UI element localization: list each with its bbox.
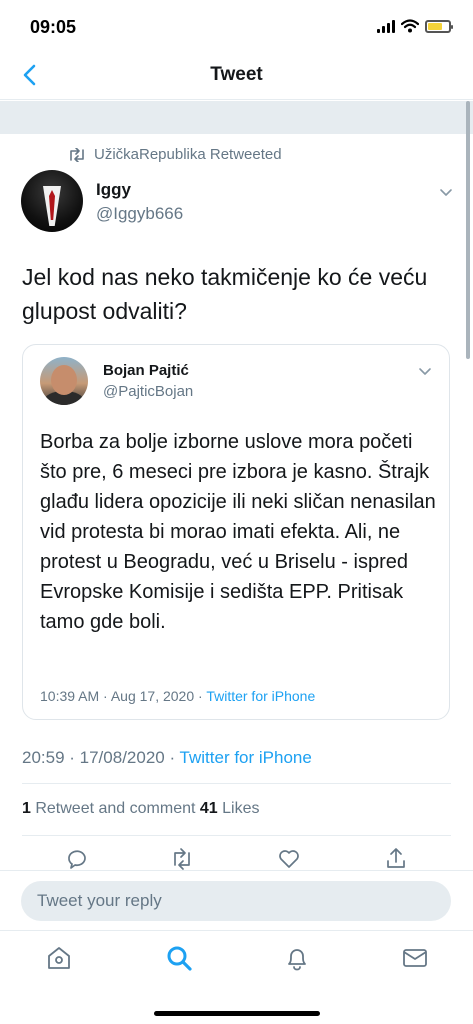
quoted-author-handle: @PajticBojan: [103, 383, 194, 400]
quoted-avatar[interactable]: [40, 357, 88, 405]
scrollbar[interactable]: [466, 101, 470, 359]
status-bar: 09:05: [0, 0, 473, 50]
quoted-tweet-time: 10:39 AM · Aug 17, 2020 ·: [40, 688, 207, 704]
reply-bar: [0, 870, 473, 930]
divider: [22, 783, 451, 784]
status-icons: [377, 19, 453, 33]
retweets-label[interactable]: Retweet and comment: [31, 800, 200, 817]
divider-band: [0, 101, 473, 134]
tweet-source-link[interactable]: Twitter for iPhone: [180, 748, 312, 767]
wifi-icon: [401, 19, 419, 33]
tweet-text: Jel kod nas neko takmičenje ko će veću g…: [22, 264, 428, 324]
like-icon[interactable]: [276, 846, 302, 872]
tweet-stats: 1 Retweet and comment 41 Likes: [22, 800, 259, 818]
reply-input[interactable]: [21, 881, 451, 921]
quoted-tweet-text: Borba za bolje izborne uslove mora počet…: [40, 431, 436, 633]
quoted-tweet-source-link[interactable]: Twitter for iPhone: [206, 688, 315, 704]
nav-header: Tweet: [0, 50, 473, 100]
notifications-icon[interactable]: [282, 943, 312, 973]
home-indicator: [154, 1011, 320, 1016]
retweet-context[interactable]: UžičkaRepublika Retweeted: [68, 146, 282, 163]
tweet-meta: 20:59 · 17/08/2020 · Twitter for iPhone: [22, 748, 312, 768]
retweet-context-label: UžičkaRepublika Retweeted: [94, 146, 282, 163]
chevron-down-icon[interactable]: [438, 184, 454, 200]
search-icon[interactable]: [164, 943, 194, 973]
tab-bar: [0, 930, 473, 1024]
cellular-signal-icon: [377, 19, 395, 33]
retweets-count[interactable]: 1: [22, 800, 31, 817]
reply-icon[interactable]: [64, 846, 90, 872]
tweet-time: 20:59 · 17/08/2020 ·: [22, 748, 180, 767]
retweet-icon[interactable]: [169, 846, 195, 872]
likes-label[interactable]: Likes: [218, 800, 259, 817]
avatar[interactable]: [21, 170, 83, 232]
quoted-tweet-meta: 10:39 AM · Aug 17, 2020 · Twitter for iP…: [40, 688, 315, 704]
quoted-author-name: Bojan Pajtić: [103, 362, 189, 379]
likes-count[interactable]: 41: [200, 800, 218, 817]
page-title: Tweet: [210, 64, 263, 85]
retweet-icon: [70, 147, 84, 162]
share-icon[interactable]: [383, 846, 409, 872]
battery-icon: [425, 19, 453, 33]
home-icon[interactable]: [44, 943, 74, 973]
battery-level: [428, 22, 442, 30]
author-handle[interactable]: @Iggyb666: [96, 204, 183, 224]
status-time: 09:05: [30, 17, 77, 37]
chevron-down-icon[interactable]: [417, 363, 433, 379]
author-name[interactable]: Iggy: [96, 180, 131, 200]
messages-icon[interactable]: [400, 943, 430, 973]
quoted-tweet[interactable]: Bojan Pajtić @PajticBojan Borba za bolje…: [22, 344, 450, 720]
divider: [22, 835, 451, 836]
